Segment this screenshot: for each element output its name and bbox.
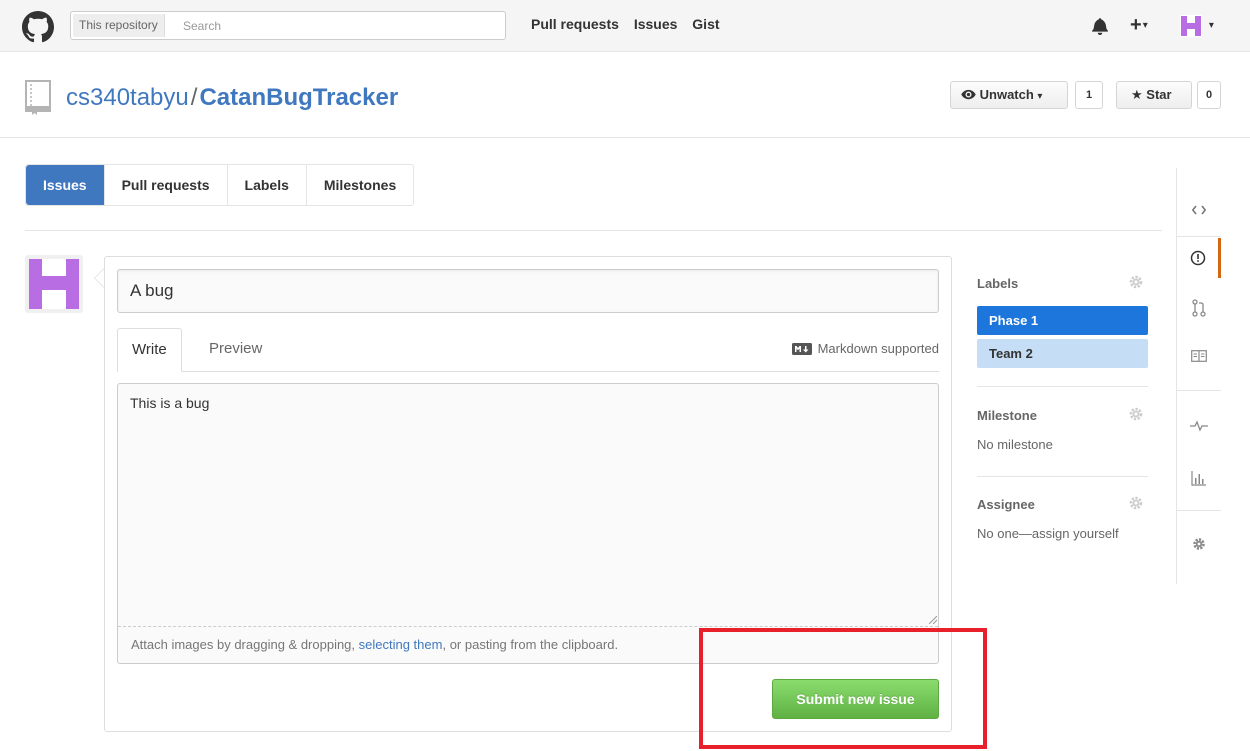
repo-book-icon xyxy=(25,80,51,115)
repo-nav-separator xyxy=(1177,510,1221,511)
watchers-count[interactable]: 1 xyxy=(1075,81,1103,109)
subnav-issues[interactable]: Issues xyxy=(26,165,105,205)
star-label: Star xyxy=(1146,87,1172,102)
site-header: This repository Pull requests Issues Gis… xyxy=(0,0,1250,52)
tab-preview[interactable]: Preview xyxy=(195,328,276,372)
star-icon: ★ xyxy=(1131,87,1143,102)
nav-pull-requests[interactable]: Pull requests xyxy=(531,16,619,32)
highlight-box xyxy=(699,628,987,749)
repo-header: cs340tabyu/CatanBugTracker Unwatch ▾ 1 ★… xyxy=(0,52,1250,138)
section-divider xyxy=(25,230,1162,231)
notifications-bell-icon[interactable] xyxy=(1092,12,1112,40)
milestone-title: Milestone xyxy=(977,408,1037,423)
eye-icon xyxy=(961,89,976,100)
assignee-section: Assignee No one—assign yourself xyxy=(977,495,1148,541)
search-scope-label: This repository xyxy=(73,14,165,37)
tab-write[interactable]: Write xyxy=(117,328,182,372)
sidebar-separator xyxy=(977,476,1148,477)
pulse-icon[interactable] xyxy=(1177,406,1221,446)
pull-request-icon[interactable] xyxy=(1177,288,1221,328)
labels-gear-icon[interactable] xyxy=(1128,274,1144,290)
nav-gist[interactable]: Gist xyxy=(692,16,719,32)
unwatch-button[interactable]: Unwatch ▾ xyxy=(950,81,1068,109)
select-files-link[interactable]: selecting them xyxy=(359,637,443,652)
issue-body-area: This is a bug Attach images by dragging … xyxy=(117,383,939,664)
wiki-book-icon[interactable] xyxy=(1177,336,1221,376)
github-logo-icon[interactable] xyxy=(22,11,54,43)
chevron-down-icon: ▾ xyxy=(1208,20,1214,31)
resize-handle-icon[interactable] xyxy=(929,616,937,624)
search-box[interactable]: This repository xyxy=(70,11,506,40)
issues-subnav: Issues Pull requests Labels Milestones xyxy=(25,164,415,206)
attach-text-start: Attach images by dragging & dropping, xyxy=(131,637,359,652)
markdown-note[interactable]: Markdown supported xyxy=(791,341,939,356)
milestone-gear-icon[interactable] xyxy=(1128,406,1144,422)
repo-path-separator: / xyxy=(190,84,198,111)
labels-title: Labels xyxy=(977,276,1019,291)
milestone-value: No milestone xyxy=(977,437,1053,452)
labels-section: Labels xyxy=(977,274,1148,291)
assignee-title: Assignee xyxy=(977,497,1035,512)
milestone-section: Milestone No milestone xyxy=(977,406,1148,452)
star-button[interactable]: ★ Star xyxy=(1116,81,1192,109)
assignee-gear-icon[interactable] xyxy=(1128,495,1144,511)
repo-nav-separator xyxy=(1177,390,1221,391)
subnav-milestones[interactable]: Milestones xyxy=(307,165,413,205)
code-icon[interactable] xyxy=(1177,190,1221,230)
user-avatar-large xyxy=(25,255,83,313)
assignee-value[interactable]: No one—assign yourself xyxy=(977,526,1148,541)
nav-issues[interactable]: Issues xyxy=(634,16,678,32)
repo-owner-link[interactable]: cs340tabyu xyxy=(66,84,189,111)
unwatch-label: Unwatch xyxy=(979,87,1034,102)
label-phase-1[interactable]: Phase 1 xyxy=(977,306,1148,335)
top-nav: Pull requests Issues Gist xyxy=(531,16,731,32)
create-new-plus-icon[interactable]: +▾ xyxy=(1130,12,1164,40)
subnav-pull-requests[interactable]: Pull requests xyxy=(105,165,228,205)
search-input[interactable] xyxy=(183,15,501,36)
issue-opened-icon[interactable] xyxy=(1177,238,1221,278)
user-avatar-menu[interactable]: ▾ xyxy=(1180,12,1220,40)
repo-nav-separator xyxy=(1177,236,1221,237)
subnav-labels[interactable]: Labels xyxy=(228,165,307,205)
speech-arrow xyxy=(94,268,104,288)
graph-icon[interactable] xyxy=(1177,458,1221,498)
chevron-down-icon: ▾ xyxy=(1037,91,1043,102)
attach-text-end: , or pasting from the clipboard. xyxy=(442,637,619,652)
user-avatar-icon xyxy=(1180,15,1202,37)
markdown-icon xyxy=(791,342,812,355)
repo-title: cs340tabyu/CatanBugTracker xyxy=(66,84,398,112)
repo-name-link[interactable]: CatanBugTracker xyxy=(199,84,398,111)
issue-body-textarea[interactable]: This is a bug xyxy=(130,395,920,620)
stargazers-count[interactable]: 0 xyxy=(1197,81,1221,109)
label-team-2[interactable]: Team 2 xyxy=(977,339,1148,368)
issue-title-input[interactable] xyxy=(117,269,939,313)
sidebar-separator xyxy=(977,386,1148,387)
markdown-label: Markdown supported xyxy=(817,341,939,356)
settings-gear-icon[interactable] xyxy=(1177,524,1221,564)
repo-nav xyxy=(1176,168,1221,584)
